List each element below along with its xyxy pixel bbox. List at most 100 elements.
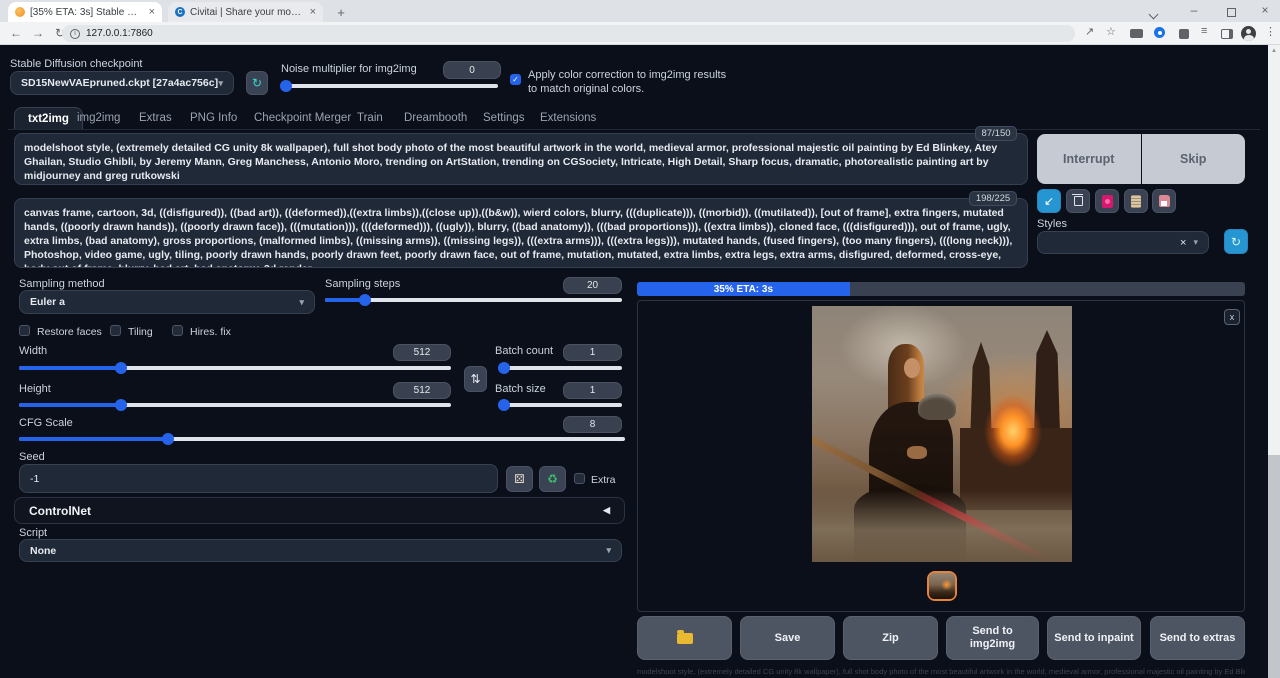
batch-size-slider[interactable] (498, 403, 622, 407)
zip-button[interactable]: Zip (843, 616, 938, 660)
generated-image-preview[interactable] (812, 306, 1072, 562)
new-tab-button[interactable]: + (333, 4, 349, 20)
styles-label: Styles (1037, 218, 1067, 230)
color-correction-label: Apply color correction to img2img result… (528, 68, 728, 96)
scrollbar-up-arrow-icon[interactable]: ▲ (1268, 45, 1280, 57)
refresh-styles-button[interactable]: ↻ (1224, 229, 1248, 254)
tab-dreambooth[interactable]: Dreambooth (404, 112, 467, 124)
browser-tab-stable-diffusion[interactable]: [35% ETA: 3s] Stable Diffusion × (8, 2, 162, 22)
save-button[interactable]: Save (740, 616, 835, 660)
bookmark-star-icon[interactable]: ☆ (1106, 25, 1116, 38)
script-dropdown[interactable]: None ▾ (19, 539, 622, 562)
gallery-thumbnail-selected[interactable] (927, 571, 957, 601)
slider-thumb[interactable] (498, 362, 510, 374)
slider-thumb[interactable] (115, 362, 127, 374)
site-info-icon[interactable]: i (70, 29, 80, 39)
extensions-puzzle-icon[interactable] (1179, 29, 1189, 42)
width-input[interactable]: 512 (393, 344, 451, 361)
tab-close-icon[interactable]: × (149, 6, 155, 18)
send-to-img2img-button[interactable]: Send to img2img (946, 616, 1039, 660)
skip-button[interactable]: Skip (1142, 134, 1246, 184)
sampling-steps-slider[interactable] (325, 298, 622, 302)
styles-dropdown[interactable]: × ▾ (1037, 231, 1209, 254)
refresh-icon: ↻ (1231, 235, 1241, 249)
prompt-token-counter: 87/150 (975, 126, 1017, 141)
noise-multiplier-slider[interactable] (281, 84, 498, 88)
figure-face (904, 358, 920, 378)
script-value: None (30, 545, 56, 557)
height-slider[interactable] (19, 403, 451, 407)
tab-extensions[interactable]: Extensions (540, 112, 596, 124)
cfg-scale-slider[interactable] (19, 437, 625, 441)
address-bar[interactable]: i 127.0.0.1:7860 (62, 25, 1075, 42)
tab-extras[interactable]: Extras (139, 112, 172, 124)
browser-tab-civitai[interactable]: C Civitai | Share your models × (168, 2, 323, 22)
back-button-icon[interactable]: ← (10, 26, 22, 40)
width-slider[interactable] (19, 366, 451, 370)
height-input[interactable]: 512 (393, 382, 451, 399)
send-to-inpaint-button[interactable]: Send to inpaint (1047, 616, 1141, 660)
side-panel-icon[interactable] (1221, 29, 1233, 42)
tab-checkpoint-merger[interactable]: Checkpoint Merger (254, 112, 351, 124)
hires-fix-checkbox[interactable] (172, 325, 183, 336)
window-menu-chevron-icon[interactable] (1144, 7, 1162, 21)
cfg-scale-input[interactable]: 8 (563, 416, 622, 433)
slider-thumb[interactable] (359, 294, 371, 306)
batch-count-slider[interactable] (498, 366, 622, 370)
tab-close-icon[interactable]: × (310, 6, 316, 18)
tiling-checkbox[interactable] (110, 325, 121, 336)
browser-menu-icon[interactable]: ⋮ (1265, 25, 1276, 38)
slider-thumb[interactable] (280, 80, 292, 92)
color-correction-checkbox[interactable]: ✓ (510, 74, 521, 85)
clear-selection-icon[interactable]: × (1180, 237, 1186, 249)
seed-input[interactable]: -1 (19, 464, 498, 493)
controlnet-accordion[interactable]: ControlNet ◀ (14, 497, 625, 524)
height-label: Height (19, 383, 51, 395)
apply-styles-button[interactable] (1124, 189, 1148, 213)
interrupt-button[interactable]: Interrupt (1037, 134, 1141, 184)
random-seed-button[interactable]: ⚄ (506, 466, 533, 492)
forward-button-icon[interactable]: → (32, 26, 44, 40)
fire-glow (984, 394, 1042, 468)
noise-multiplier-input[interactable]: 0 (443, 61, 501, 79)
save-style-button[interactable] (1152, 189, 1176, 213)
tab-img2img[interactable]: img2img (77, 112, 120, 124)
extra-networks-button[interactable] (1095, 189, 1119, 213)
clear-prompt-button[interactable] (1066, 189, 1090, 213)
sampling-steps-input[interactable]: 20 (563, 277, 622, 294)
tab-txt2img[interactable]: txt2img (14, 107, 83, 130)
batch-size-input[interactable]: 1 (563, 382, 622, 399)
refresh-checkpoint-button[interactable]: ↻ (246, 71, 268, 95)
extra-seed-checkbox[interactable] (574, 473, 585, 484)
share-icon[interactable]: ↗ (1085, 25, 1094, 38)
reading-list-icon[interactable]: ≡ (1201, 25, 1207, 37)
paste-generation-params-button[interactable]: ↙ (1037, 189, 1061, 213)
swap-icon: ⇅ (470, 372, 480, 386)
batch-size-label: Batch size (495, 383, 546, 395)
extension-blue-icon[interactable] (1154, 27, 1165, 41)
close-preview-button[interactable]: x (1224, 309, 1240, 325)
profile-avatar[interactable] (1241, 26, 1256, 46)
prompt-textarea[interactable]: modelshoot style, (extremely detailed CG… (14, 133, 1028, 185)
extension-grid-icon[interactable] (1130, 29, 1143, 41)
window-maximize-button[interactable] (1222, 6, 1240, 20)
batch-count-input[interactable]: 1 (563, 344, 622, 361)
chevron-down-icon: ▾ (218, 78, 223, 89)
reuse-seed-button[interactable]: ♻ (539, 466, 566, 492)
checkpoint-dropdown[interactable]: SD15NewVAEpruned.ckpt [27a4ac756c] ▾ (10, 71, 234, 95)
tab-train[interactable]: Train (357, 112, 383, 124)
restore-faces-checkbox[interactable] (19, 325, 30, 336)
slider-thumb[interactable] (162, 433, 174, 445)
slider-thumb[interactable] (115, 399, 127, 411)
sampling-method-dropdown[interactable]: Euler a ▾ (19, 290, 315, 314)
open-folder-button[interactable] (637, 616, 732, 660)
scrollbar-thumb[interactable] (1268, 57, 1280, 455)
tab-settings[interactable]: Settings (483, 112, 525, 124)
window-close-button[interactable]: × (1256, 3, 1274, 17)
window-minimize-button[interactable]: – (1185, 3, 1203, 17)
send-to-extras-button[interactable]: Send to extras (1150, 616, 1245, 660)
swap-width-height-button[interactable]: ⇅ (464, 366, 487, 392)
slider-thumb[interactable] (498, 399, 510, 411)
tab-png-info[interactable]: PNG Info (190, 112, 237, 124)
negative-prompt-textarea[interactable]: canvas frame, cartoon, 3d, ((disfigured)… (14, 198, 1028, 268)
